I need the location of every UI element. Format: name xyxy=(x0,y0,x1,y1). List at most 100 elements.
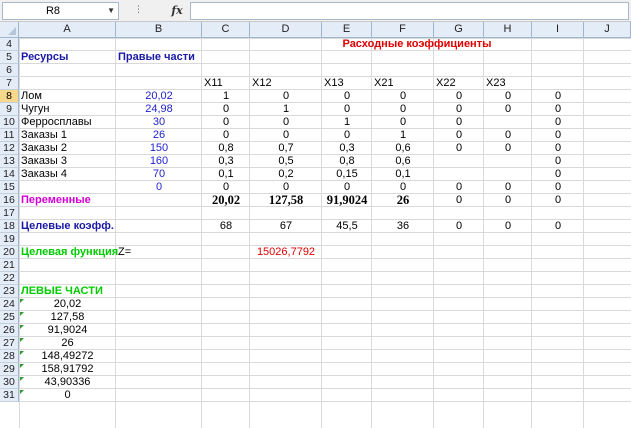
row-header-31[interactable]: 31 xyxy=(0,389,19,402)
coef-cell: 0,6 xyxy=(395,155,411,167)
variable-value: 26 xyxy=(396,193,410,207)
row-header-23[interactable]: 23 xyxy=(0,285,19,298)
lhs-label: ЛЕВЫЕ ЧАСТИ xyxy=(21,285,103,297)
row-header-24[interactable]: 24 xyxy=(0,298,19,311)
var-header-x12: X12 xyxy=(252,77,272,89)
rhs-value: 30 xyxy=(152,116,166,128)
row-header-13[interactable]: 13 xyxy=(0,155,19,168)
row-header-10[interactable]: 10 xyxy=(0,116,19,129)
name-box[interactable]: R8 ▼ xyxy=(2,2,119,20)
row-header-29[interactable]: 29 xyxy=(0,363,19,376)
coef-cell: 0 xyxy=(554,181,562,193)
row-header-20[interactable]: 20 xyxy=(0,246,19,259)
row-header-30[interactable]: 30 xyxy=(0,376,19,389)
column-header-b[interactable]: B xyxy=(116,22,202,38)
variables-label: Переменные xyxy=(21,194,91,206)
row-header-22[interactable]: 22 xyxy=(0,272,19,285)
coef-cell: 0 xyxy=(399,103,407,115)
row-header-21[interactable]: 21 xyxy=(0,259,19,272)
column-header-g[interactable]: G xyxy=(434,22,484,38)
variable-value: 91,9024 xyxy=(326,193,368,207)
row-header-27[interactable]: 27 xyxy=(0,337,19,350)
coef-cell: 0,3 xyxy=(339,142,355,154)
variable-value: 127,58 xyxy=(268,193,304,207)
resize-handle-icon[interactable]: ⋮ xyxy=(134,4,144,15)
objective-coef-label: Целевые коэфф. xyxy=(21,220,114,232)
column-header-d[interactable]: D xyxy=(250,22,322,38)
row-header-12[interactable]: 12 xyxy=(0,142,19,155)
row-header-5[interactable]: 5 xyxy=(0,51,19,64)
coef-cell: 0,1 xyxy=(218,168,234,180)
resource-label: Заказы 3 xyxy=(21,155,67,167)
rhs-value: 26 xyxy=(152,129,166,141)
row-header-25[interactable]: 25 xyxy=(0,311,19,324)
row-header-16[interactable]: 16 xyxy=(0,194,19,207)
coef-cell: 0 xyxy=(504,90,512,102)
lhs-value: 26 xyxy=(19,337,116,350)
spreadsheet-grid: ABCDEFGHIJ 4 5 6 7 8 9 10 11 12 13 14 15 16 17 18 19 20 2… xyxy=(0,22,631,428)
variable-value: 0 xyxy=(504,194,512,206)
row-header-14[interactable]: 14 xyxy=(0,168,19,181)
coef-cell: 0,2 xyxy=(278,168,294,180)
coef-cell: 0 xyxy=(343,129,351,141)
var-header-x11: X11 xyxy=(204,77,223,89)
row-header-28[interactable]: 28 xyxy=(0,350,19,363)
row-header-17[interactable]: 17 xyxy=(0,207,19,220)
coef-cell: 0,7 xyxy=(278,142,294,154)
row-header-6[interactable]: 6 xyxy=(0,64,19,77)
lhs-value: 20,02 xyxy=(19,298,116,311)
row-header-9[interactable]: 9 xyxy=(0,103,19,116)
var-header-x23: X23 xyxy=(486,77,506,89)
column-header-h[interactable]: H xyxy=(484,22,532,38)
lhs-value: 158,91792 xyxy=(19,363,116,376)
row-header-26[interactable]: 26 xyxy=(0,324,19,337)
lhs-value: 148,49272 xyxy=(19,350,116,363)
row-header-7[interactable]: 7 xyxy=(0,77,19,90)
coef-cell: 1 xyxy=(282,103,290,115)
insert-function-button[interactable]: fx xyxy=(168,2,186,20)
row-header-8[interactable]: 8 xyxy=(0,90,19,103)
column-header-i[interactable]: I xyxy=(532,22,584,38)
coef-cell: 0 xyxy=(455,103,463,115)
coef-cell: 0 xyxy=(222,129,230,141)
coef-cell xyxy=(484,168,532,181)
column-header-a[interactable]: A xyxy=(19,22,116,38)
coef-cell: 0 xyxy=(282,129,290,141)
var-header-x22: X22 xyxy=(436,77,456,89)
select-all-button[interactable] xyxy=(0,22,19,38)
variable-value: 20,02 xyxy=(211,193,241,207)
var-header-x21: X21 xyxy=(374,77,394,89)
chevron-down-icon[interactable]: ▼ xyxy=(107,6,115,15)
column-header-f[interactable]: F xyxy=(372,22,434,38)
coef-cell: 0,8 xyxy=(339,155,355,167)
row-header-11[interactable]: 11 xyxy=(0,129,19,142)
row-header-18[interactable]: 18 xyxy=(0,220,19,233)
coef-cell: 0 xyxy=(504,181,512,193)
formula-input[interactable] xyxy=(190,2,629,20)
rhs-header: Правые части xyxy=(118,51,195,63)
objective-coef: 68 xyxy=(219,220,233,232)
column-header-j[interactable]: J xyxy=(584,22,631,38)
objective-coef: 67 xyxy=(279,220,293,232)
coef-cell: 0 xyxy=(554,103,562,115)
cell-area[interactable]: Расходные коэффициенты Ресурсы Правые част… xyxy=(19,38,631,428)
rhs-value: 160 xyxy=(149,155,169,167)
coef-cell: 0,3 xyxy=(218,155,234,167)
column-header-e[interactable]: E xyxy=(322,22,372,38)
row-header-15[interactable]: 15 xyxy=(0,181,19,194)
coef-cell: 0 xyxy=(554,155,562,167)
objective-coef: 0 xyxy=(554,220,562,232)
column-header-c[interactable]: C xyxy=(202,22,250,38)
rhs-value: 70 xyxy=(152,168,166,180)
resource-label xyxy=(19,181,116,194)
coef-cell: 0 xyxy=(455,181,463,193)
coef-cell: 0 xyxy=(455,116,463,128)
formula-bar: R8 ▼ ⋮ fx xyxy=(0,0,631,22)
lhs-value: 127,58 xyxy=(19,311,116,324)
rhs-value: 150 xyxy=(149,142,169,154)
row-header-19[interactable]: 19 xyxy=(0,233,19,246)
coef-cell: 0 xyxy=(504,103,512,115)
row-header-4[interactable]: 4 xyxy=(0,38,19,51)
coef-cell: 0,1 xyxy=(395,168,411,180)
resource-label: Заказы 2 xyxy=(21,142,67,154)
